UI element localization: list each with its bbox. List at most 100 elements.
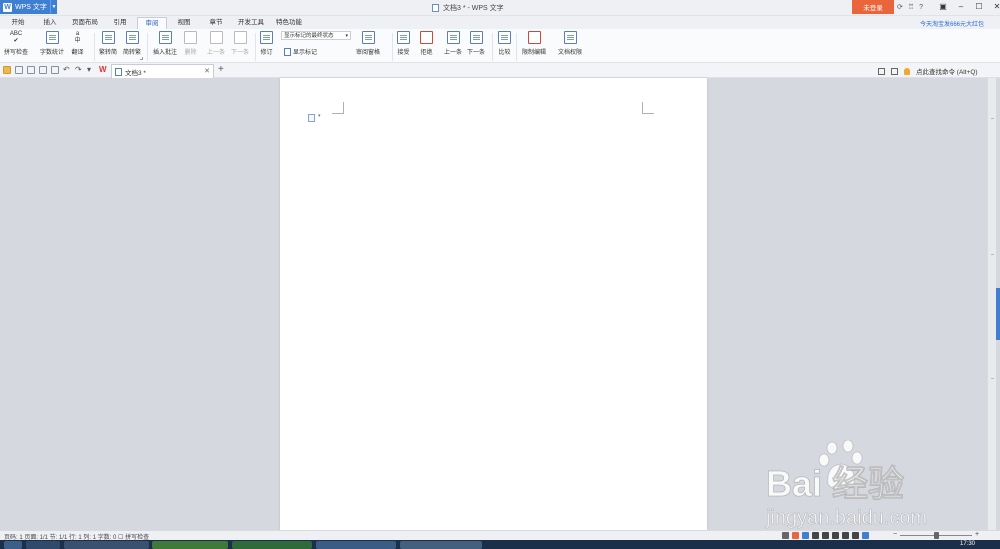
review-ribbon: ABC ✔ 拼写检查 字数统计 a中 翻译 繁转简 简转繁 插入批注 删除 上一条… [0, 29, 1000, 63]
vertical-scrollbar[interactable] [987, 78, 996, 530]
zoom-slider-knob[interactable] [934, 532, 939, 539]
help-icon[interactable]: ? [919, 4, 923, 11]
input-mode-icon[interactable] [802, 532, 809, 539]
quick-access-bar: ↶ ↷ ▾ W 文档3 * ✕ + 点此查找命令 (Alt+Q) [0, 63, 1000, 78]
title-bar: W WPS 文字 ▼ 文档3 * - WPS 文字 未登录 ⟳ ♖ ? ▣ – … [0, 0, 1000, 16]
customize-chevron-icon[interactable]: ▾ [87, 66, 95, 74]
tab-home[interactable]: 开始 [4, 17, 32, 29]
tab-review[interactable]: 审阅 [137, 17, 167, 29]
undo-icon[interactable]: ↶ [63, 66, 71, 74]
window-icon[interactable] [891, 67, 898, 75]
delete-comment-icon [184, 31, 197, 44]
taskbar-item[interactable] [152, 541, 228, 549]
taskbar-item[interactable] [232, 541, 312, 549]
reviewing-pane-button[interactable]: 审阅窗格 [356, 31, 380, 56]
shirt-skin-icon[interactable]: ♖ [908, 3, 914, 11]
view-mode-icon[interactable] [862, 532, 869, 539]
ribbon-divider [255, 33, 256, 61]
ribbon-collapse-icon[interactable]: ▣ [934, 0, 952, 14]
tab-developer[interactable]: 开发工具 [233, 17, 269, 29]
watermark-brand: Bai 经验 [766, 463, 904, 504]
wps-home-icon[interactable]: W [99, 66, 107, 74]
document-tab[interactable]: 文档3 * ✕ [111, 64, 214, 78]
taskbar-item[interactable] [64, 541, 149, 549]
window-title-text: 文档3 * - WPS 文字 [443, 5, 504, 12]
login-button[interactable]: 未登录 [852, 0, 894, 14]
user-icon[interactable] [842, 532, 849, 539]
tab-chapter[interactable]: 章节 [202, 17, 230, 29]
quick-access-icons: ↶ ↷ ▾ W [3, 66, 107, 74]
close-tab-icon[interactable]: ✕ [204, 67, 210, 75]
taskbar-item[interactable] [26, 541, 60, 549]
chevron-down-icon[interactable]: ▼ [50, 0, 57, 14]
dialog-launcher-icon[interactable] [140, 57, 143, 60]
reviewing-pane-icon [361, 31, 375, 44]
tab-special-features[interactable]: 特色功能 [272, 17, 306, 29]
accept-button[interactable]: 接受 [397, 31, 410, 56]
keyboard-icon[interactable] [832, 532, 839, 539]
document-page[interactable] [280, 78, 707, 530]
new-tab-button[interactable]: + [218, 64, 224, 76]
document-permissions-button[interactable]: 文档权限 [558, 31, 582, 56]
next-comment-button[interactable]: 下一条 [231, 31, 249, 56]
command-search[interactable]: 点此查找命令 (Alt+Q) [916, 66, 978, 76]
app-menu-button[interactable]: W WPS 文字 ▼ [0, 0, 57, 14]
markup-display-select[interactable]: 显示标记的最终状态 [281, 31, 351, 40]
history-icon[interactable] [782, 532, 789, 539]
insert-comment-button[interactable]: 插入批注 [153, 31, 177, 56]
taskbar-item[interactable] [316, 541, 396, 549]
previous-comment-button[interactable]: 上一条 [207, 31, 225, 56]
os-taskbar: 17:30 [0, 540, 1000, 549]
simp-to-trad-button[interactable]: 简转繁 [123, 31, 141, 56]
trad-to-simp-icon [101, 31, 115, 44]
status-icons [782, 532, 869, 539]
translate-button[interactable]: a中 翻译 [71, 31, 84, 56]
window-controls: ▣ – ☐ ✕ [934, 0, 1000, 14]
ribbon-divider [147, 33, 148, 61]
next-change-icon [469, 31, 483, 44]
show-markup-button[interactable]: 显示标记 [284, 47, 317, 56]
compare-button[interactable]: 比较 [498, 31, 511, 56]
minimize-button[interactable]: – [952, 0, 970, 14]
tab-insert[interactable]: 插入 [36, 17, 64, 29]
tab-references[interactable]: 引用 [106, 17, 134, 29]
print-preview-icon[interactable] [27, 66, 35, 74]
tab-view[interactable]: 视图 [171, 17, 197, 29]
save-icon[interactable] [15, 66, 23, 74]
close-button[interactable]: ✕ [988, 0, 1000, 14]
side-panel-handle[interactable] [996, 288, 1000, 340]
sogou-input-icon[interactable] [792, 532, 799, 539]
spell-check-button[interactable]: ABC ✔ 拼写检查 [4, 31, 28, 56]
settings-icon[interactable] [852, 532, 859, 539]
maximize-button[interactable]: ☐ [970, 0, 988, 14]
trad-to-simp-button[interactable]: 繁转简 [99, 31, 117, 56]
punctuation-icon[interactable] [812, 532, 819, 539]
print-icon[interactable] [39, 66, 47, 74]
scroll-tick [991, 378, 994, 379]
open-folder-icon[interactable] [3, 66, 11, 74]
document-permissions-icon [563, 31, 577, 44]
delete-comment-button[interactable]: 删除 [184, 31, 197, 56]
app-menu-label: WPS 文字 [15, 4, 47, 11]
watermark-url: jingyan.baidu.com [765, 507, 927, 529]
restrict-editing-button[interactable]: 限制编辑 [522, 31, 546, 56]
track-changes-button[interactable]: 修订 [260, 31, 273, 56]
layout-icon[interactable] [878, 67, 885, 75]
refresh-icon[interactable]: ⟳ [897, 3, 903, 11]
redo-icon[interactable]: ↷ [75, 66, 83, 74]
reject-button[interactable]: 拒绝 [420, 31, 433, 56]
moon-icon[interactable] [822, 532, 829, 539]
export-pdf-icon[interactable] [51, 66, 59, 74]
document-icon [115, 67, 122, 76]
next-change-button[interactable]: 下一条 [467, 31, 485, 56]
tab-page-layout[interactable]: 页面布局 [68, 17, 102, 29]
start-button[interactable] [4, 541, 22, 549]
taskbar-item[interactable] [400, 541, 482, 549]
word-count-button[interactable]: 字数统计 [40, 31, 64, 56]
compare-icon [498, 31, 511, 44]
previous-change-button[interactable]: 上一条 [444, 31, 462, 56]
zoom-out-button[interactable]: − [893, 531, 897, 538]
paragraph-layout-icon[interactable] [308, 113, 321, 122]
promo-link[interactable]: 今天淘宝发666元大红包 [920, 19, 984, 28]
zoom-in-button[interactable]: + [975, 531, 979, 538]
